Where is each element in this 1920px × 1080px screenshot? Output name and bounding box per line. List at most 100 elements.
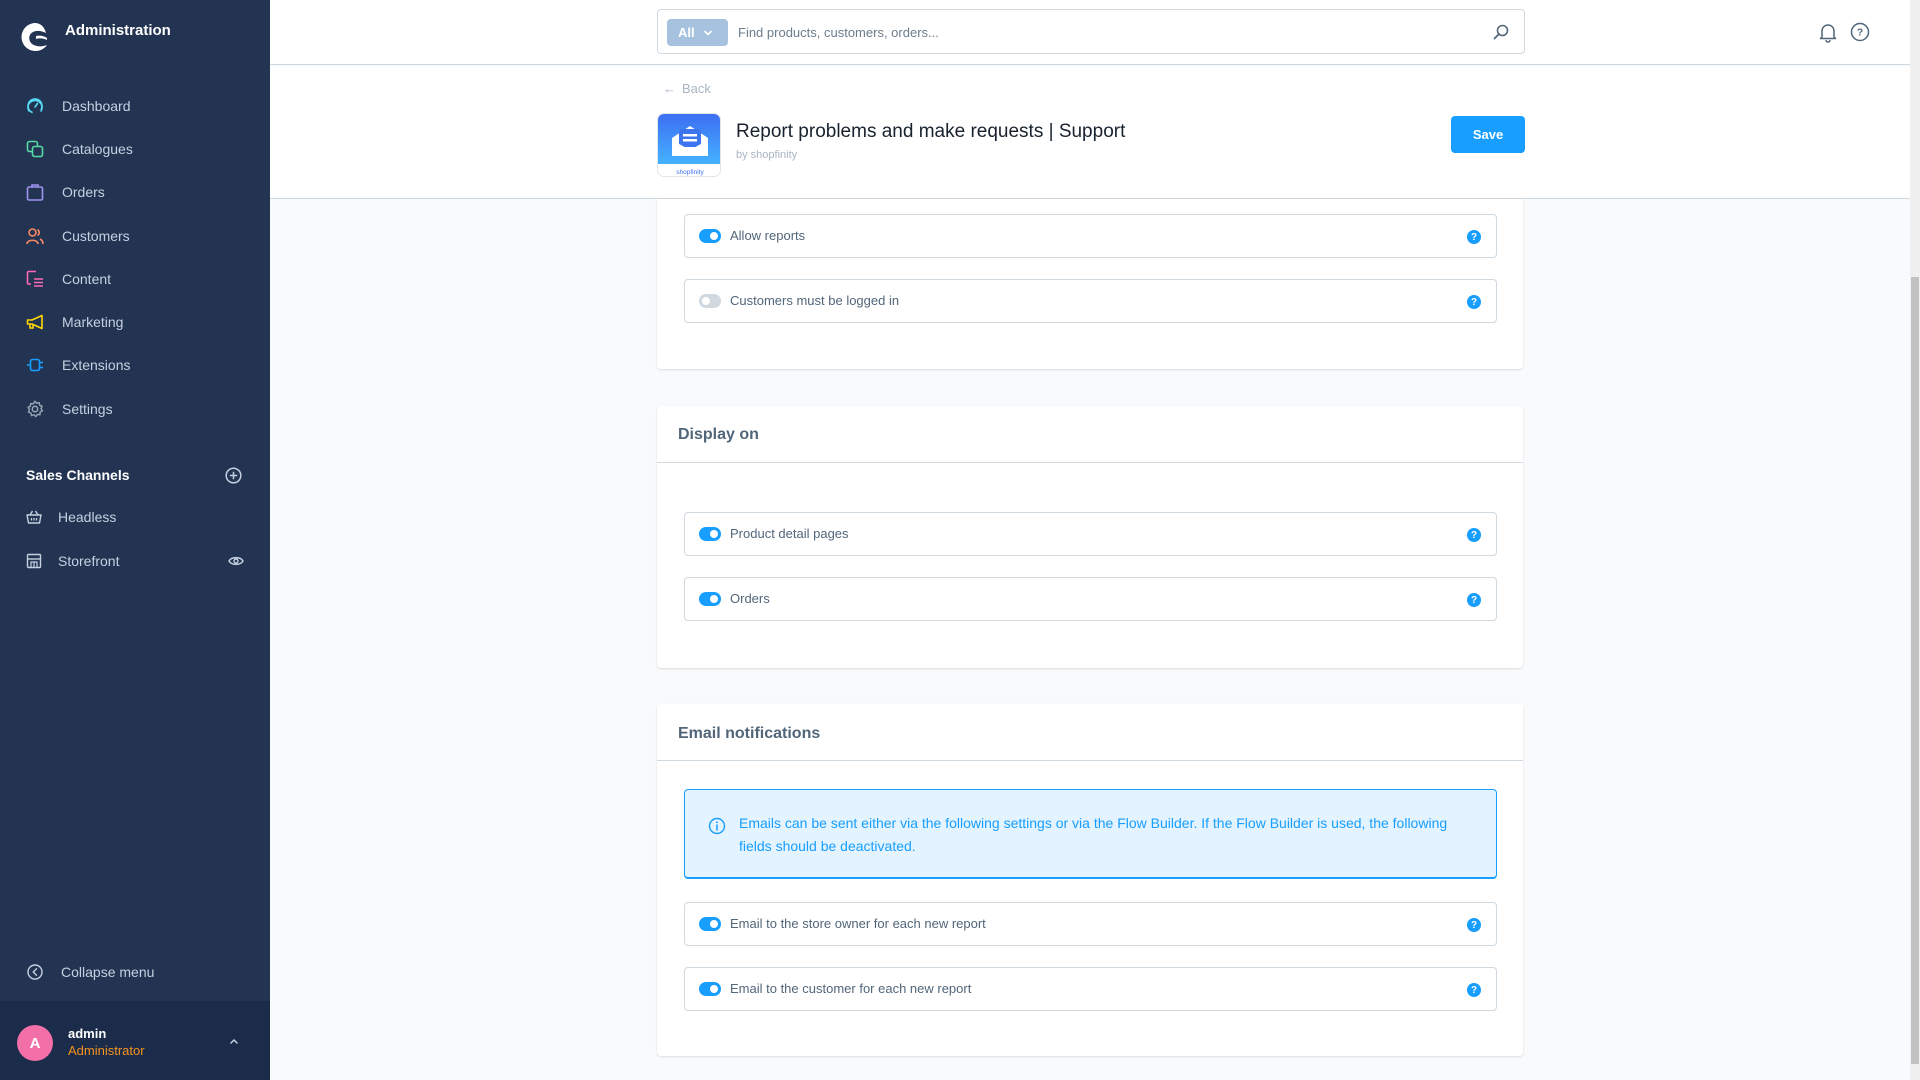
scrollbar-thumb[interactable] [1911,277,1919,1064]
help-icon[interactable]: ? [1467,295,1481,309]
help-icon[interactable]: ? [1849,21,1871,43]
field-allow-reports: Allow reports ? [684,214,1497,258]
search-input[interactable] [738,19,1478,46]
toggle-knob [710,530,718,538]
help-icon[interactable]: ? [1467,230,1481,244]
save-button[interactable]: Save [1451,116,1525,153]
eye-icon[interactable] [228,554,244,568]
orders-toggle[interactable] [699,592,721,606]
info-alert-text: Emails can be sent either via the follow… [739,815,1448,854]
sidebar-item-label: Settings [62,400,113,417]
sidebar-item-label: Content [62,270,112,287]
sales-channel-label: Storefront [58,553,120,569]
field-email-customer: Email to the customer for each new repor… [684,967,1497,1011]
field-email-store-owner: Email to the store owner for each new re… [684,902,1497,946]
help-icon[interactable]: ? [1467,593,1481,607]
field-label: Orders [730,591,770,606]
field-product-detail-pages: Product detail pages ? [684,512,1497,556]
field-orders: Orders ? [684,577,1497,621]
toggle-knob [710,985,718,993]
card-title: Email notifications [678,725,821,742]
email-customer-toggle[interactable] [699,982,721,996]
field-label: Allow reports [730,228,806,243]
marketing-icon [26,313,44,331]
customers-logged-in-toggle[interactable] [699,294,721,308]
help-icon[interactable]: ? [1467,918,1481,932]
shopware-logo-icon [21,23,47,51]
search-type-dropdown[interactable]: All [667,19,728,46]
toggle-knob [702,297,710,305]
basket-icon [26,509,42,525]
sidebar-item-marketing[interactable]: Marketing [0,300,270,343]
card-title: Display on [678,426,759,443]
main-nav: Dashboard Catalogues Orders Customers Co… [0,84,270,430]
card-divider [657,462,1523,463]
product-detail-pages-toggle[interactable] [699,527,721,541]
chevron-left-circle-icon [27,964,43,980]
collapse-menu-button[interactable]: Collapse menu [0,952,270,992]
sidebar-item-settings[interactable]: Settings [0,387,270,430]
search-type-label: All [678,25,695,40]
info-alert: Emails can be sent either via the follow… [684,789,1497,879]
dashboard-icon [26,97,44,115]
field-customers-logged-in: Customers must be logged in ? [684,279,1497,323]
sales-channel-storefront[interactable]: Storefront [0,543,270,579]
page-title: Report problems and make requests | Supp… [736,121,1126,142]
field-label: Email to the customer for each new repor… [730,981,972,996]
settings-icon [26,400,44,418]
page-scrollbar[interactable] [1910,0,1920,1080]
sales-channels-title: Sales Channels [26,467,130,483]
user-menu[interactable]: A admin Administrator [0,1001,270,1080]
sidebar-item-label: Customers [62,227,130,244]
sidebar-item-label: Orders [62,184,105,201]
allow-reports-toggle[interactable] [699,229,721,243]
global-search: All [657,9,1525,54]
general-settings-card: Allow reports ? Customers must be logged… [657,199,1523,369]
bell-icon[interactable] [1817,21,1839,43]
back-label: Back [682,81,711,96]
toggle-knob [710,232,718,240]
search-icon[interactable] [1492,23,1510,41]
svg-text:?: ? [1857,28,1863,39]
sales-channel-headless[interactable]: Headless [0,499,270,535]
arrow-left-icon: ← [663,81,676,96]
catalogues-icon [26,140,44,158]
field-label: Customers must be logged in [730,293,900,308]
chevron-up-icon[interactable] [228,1036,240,1046]
app-icon: shopfinity [657,113,721,177]
sidebar-item-content[interactable]: Content [0,257,270,300]
card-divider [657,760,1523,761]
help-icon[interactable]: ? [1467,528,1481,542]
extensions-icon [26,356,44,374]
page-header: ← Back shopfinity Report problems and ma… [270,66,1910,199]
email-store-owner-toggle[interactable] [699,917,721,931]
app-author: by shopfinity [736,149,798,161]
top-bar: All ? [270,0,1910,65]
info-icon [708,817,726,835]
chevron-down-icon [703,30,712,36]
app-title: Administration [65,22,171,39]
sidebar-item-label: Marketing [62,314,124,331]
sidebar-item-label: Catalogues [62,140,133,157]
sidebar-item-customers[interactable]: Customers [0,214,270,257]
content-icon [26,270,44,288]
help-icon[interactable]: ? [1467,983,1481,997]
add-sales-channel-icon[interactable] [225,467,242,484]
field-label: Email to the store owner for each new re… [730,916,986,931]
sidebar-item-orders[interactable]: Orders [0,171,270,214]
sidebar-item-extensions[interactable]: Extensions [0,344,270,387]
avatar: A [17,1025,53,1061]
sales-channel-label: Headless [58,509,117,525]
toggle-knob [710,920,718,928]
sidebar-item-dashboard[interactable]: Dashboard [0,84,270,127]
display-on-card: Display on Product detail pages ? Orders… [657,406,1523,668]
collapse-menu-label: Collapse menu [61,964,155,980]
user-name: admin [68,1026,107,1041]
back-link[interactable]: ← Back [663,81,711,96]
user-role: Administrator [68,1043,145,1058]
field-label: Product detail pages [730,526,849,541]
brand[interactable]: Administration [20,20,171,54]
sidebar-item-catalogues[interactable]: Catalogues [0,127,270,170]
app-icon-brand: shopfinity [676,169,704,176]
customers-icon [26,227,44,245]
